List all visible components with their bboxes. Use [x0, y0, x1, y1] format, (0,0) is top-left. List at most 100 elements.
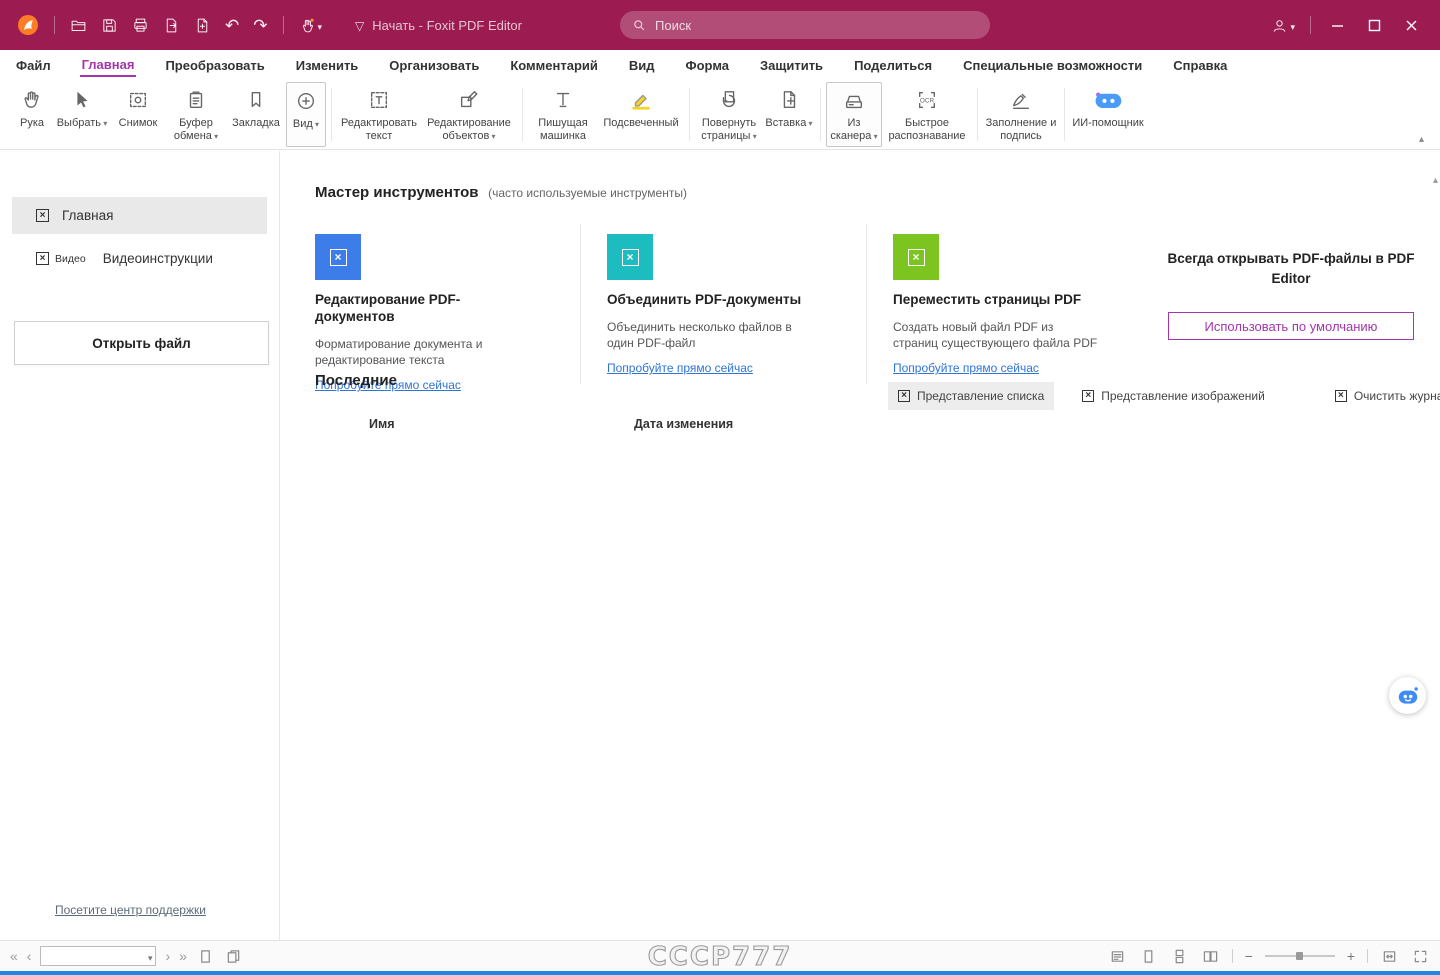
tool-card-move-pages[interactable]: Переместить страницы PDF Создать новый ф…: [867, 219, 1152, 389]
scanner-icon: [845, 95, 863, 108]
typewriter-icon: [556, 92, 570, 108]
support-center-link[interactable]: Посетите центр поддержки: [55, 903, 206, 917]
use-as-default-button[interactable]: Использовать по умолчанию: [1168, 312, 1414, 341]
clear-history-icon: [1334, 389, 1347, 402]
search-input[interactable]: [655, 17, 978, 33]
sidebar-item-video-tutorials[interactable]: Видео Видеоинструкции: [36, 251, 213, 266]
ribbon-edit-text-button[interactable]: Редактировать текст: [337, 82, 421, 147]
column-header-name[interactable]: Имя: [369, 417, 395, 431]
open-file-button[interactable]: Открыть файл: [14, 321, 269, 365]
ribbon-highlight-button[interactable]: Подсвеченный: [598, 82, 684, 147]
ribbon-bookmark-button[interactable]: Закладка: [226, 82, 286, 147]
fit-page-button[interactable]: [1380, 947, 1399, 966]
ribbon-insert-button[interactable]: Вставка: [763, 82, 815, 147]
image-view-icon: [1082, 389, 1095, 402]
zoom-slider[interactable]: [1264, 952, 1335, 960]
minimize-button[interactable]: [1319, 13, 1356, 38]
next-page-button[interactable]: [165, 949, 170, 963]
menu-item-organize[interactable]: Организовать: [387, 53, 481, 76]
bottom-accent-strip: [0, 971, 1440, 975]
ribbon-view-button[interactable]: Вид: [286, 82, 326, 147]
tools-subtitle: (часто используемые инструменты): [488, 186, 687, 200]
zoom-slider-thumb[interactable]: [1296, 952, 1304, 960]
single-page-view-button[interactable]: [1139, 947, 1158, 966]
sidebar-item-home[interactable]: Главная: [12, 197, 267, 234]
scroll-up-button[interactable]: [1433, 171, 1438, 186]
ribbon-collapse-button[interactable]: [1413, 128, 1430, 147]
menu-item-form[interactable]: Форма: [684, 53, 731, 76]
snapshot-icon: [129, 92, 147, 108]
column-header-date[interactable]: Дата изменения: [634, 417, 733, 431]
page-number-box[interactable]: [40, 946, 157, 966]
zoom-in-button[interactable]: [1347, 948, 1355, 964]
menu-item-accessibility[interactable]: Специальные возможности: [961, 53, 1144, 76]
try-now-link[interactable]: Попробуйте прямо сейчас: [893, 361, 1039, 375]
undo-button[interactable]: ↶: [218, 13, 246, 38]
ribbon-edit-objects-button[interactable]: Редактирование объектов: [421, 82, 517, 147]
first-page-button[interactable]: [10, 949, 18, 963]
menu-item-protect[interactable]: Защитить: [758, 53, 825, 76]
bookmark-icon: [251, 91, 261, 108]
menu-item-file[interactable]: Файл: [14, 53, 53, 76]
clear-history-button[interactable]: Очистить журнал файлов: [1325, 382, 1440, 410]
single-page-icon: [201, 949, 210, 963]
ribbon-clipboard-button[interactable]: Буфер обмена: [166, 82, 226, 147]
close-button[interactable]: [1393, 13, 1430, 38]
continuous-view-button[interactable]: [1170, 947, 1189, 966]
image-view-button[interactable]: Представление изображений: [1072, 382, 1275, 410]
foxit-logo: [18, 15, 38, 35]
select-icon: [77, 91, 88, 108]
video-tutorials-label: Видеоинструкции: [102, 251, 213, 266]
default-app-panel: Всегда открывать PDF-файлы в PDF Editor …: [1152, 219, 1424, 389]
export-button[interactable]: [156, 13, 187, 38]
ribbon-select-button[interactable]: Выбрать: [54, 82, 110, 147]
menu-item-convert[interactable]: Преобразовать: [163, 53, 266, 76]
zoom-out-button[interactable]: [1245, 948, 1253, 964]
ribbon-typewriter-button[interactable]: Пишущая машинка: [528, 82, 598, 147]
open-button[interactable]: [63, 13, 94, 38]
ai-assistant-float-button[interactable]: [1389, 677, 1426, 714]
titlebar-separator: [282, 16, 284, 34]
ribbon-snapshot-button[interactable]: Снимок: [110, 82, 166, 147]
touch-mode-button[interactable]: [292, 13, 330, 38]
read-mode-button[interactable]: [1108, 947, 1127, 966]
list-view-button[interactable]: Представление списка: [888, 381, 1055, 410]
ribbon-rotate-pages-button[interactable]: Повернуть страницы: [695, 82, 763, 147]
previous-page-button[interactable]: [27, 949, 32, 963]
menu-item-view[interactable]: Вид: [627, 53, 657, 76]
print-button[interactable]: [125, 13, 156, 38]
menu-item-help[interactable]: Справка: [1171, 53, 1229, 76]
fullscreen-button[interactable]: [1411, 947, 1430, 966]
recent-section-title: Последние: [315, 372, 397, 389]
search-box[interactable]: [620, 11, 990, 39]
tool-card-edit-pdf[interactable]: Редактирование PDF-документов Форматиров…: [315, 219, 580, 392]
export-icon: [166, 18, 177, 32]
redo-icon: ↷: [253, 15, 268, 35]
ribbon-from-scanner-button[interactable]: Из сканера: [826, 82, 882, 147]
save-button[interactable]: [94, 13, 125, 38]
maximize-button[interactable]: [1356, 13, 1393, 38]
facing-view-button[interactable]: [1201, 947, 1220, 966]
video-icon: [36, 252, 49, 265]
menu-item-comment[interactable]: Комментарий: [508, 53, 600, 76]
page-number-input[interactable]: [41, 949, 148, 963]
page-copy-button[interactable]: [224, 947, 243, 966]
menu-item-edit[interactable]: Изменить: [294, 53, 361, 76]
new-document-button[interactable]: [187, 13, 218, 38]
ribbon-ocr-button[interactable]: OCR Быстрое распознавание: [882, 82, 972, 147]
ribbon-fill-sign-button[interactable]: Заполнение и подпись: [983, 82, 1059, 147]
insert-page-icon: [783, 91, 796, 109]
pin-icon[interactable]: [355, 18, 364, 33]
try-now-link[interactable]: Попробуйте прямо сейчас: [607, 361, 753, 375]
menu-item-home[interactable]: Главная: [79, 52, 137, 77]
last-page-button[interactable]: [179, 949, 187, 963]
redo-button[interactable]: ↷: [246, 13, 274, 38]
ribbon-hand-button[interactable]: Рука: [10, 82, 54, 147]
page-view-button[interactable]: [196, 947, 215, 966]
maximize-icon: [1368, 19, 1381, 31]
menu-item-share[interactable]: Поделиться: [852, 53, 934, 76]
card-title: Редактирование PDF-документов: [315, 292, 461, 324]
ribbon-ai-assistant-button[interactable]: ИИ-помощник: [1070, 82, 1146, 147]
account-button[interactable]: [1264, 13, 1302, 38]
tool-card-merge-pdf[interactable]: Объединить PDF-документы Объединить неск…: [581, 219, 866, 389]
